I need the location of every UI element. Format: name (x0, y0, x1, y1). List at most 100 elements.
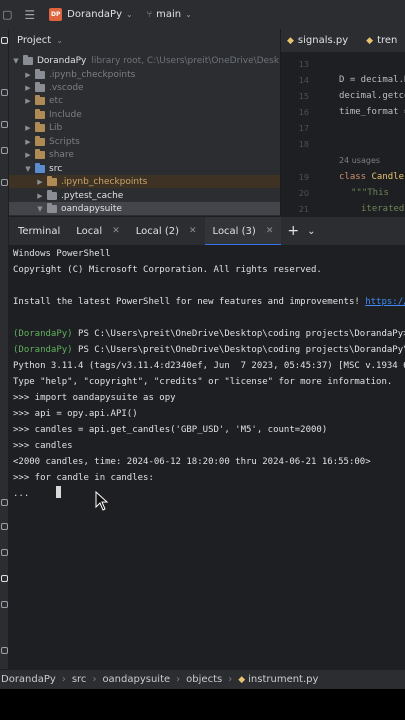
main-menu-icon[interactable]: ☰ (24, 8, 35, 22)
plugins-icon[interactable] (1, 147, 8, 154)
problems-icon[interactable] (1, 549, 8, 556)
tab-local[interactable]: Local ✕ (68, 217, 127, 246)
line-number: 14 (298, 76, 309, 85)
tree-item-label: etc (49, 95, 64, 106)
usages-hint[interactable]: 24 usages (339, 156, 380, 165)
terminal-line: >>> candles (13, 441, 73, 451)
terminal-output[interactable]: Windows PowerShell Copyright (C) Microso… (9, 245, 405, 669)
new-tab-button[interactable]: + (287, 223, 299, 239)
tree-item[interactable]: ▼ oandapysuite (9, 202, 280, 215)
tree-item-label: .pytest_cache (61, 190, 124, 201)
run-icon[interactable] (1, 523, 8, 530)
chevron-right-icon[interactable]: ▶ (23, 71, 33, 79)
chevron-down-icon[interactable]: ⌄ (126, 10, 133, 19)
folder-icon (35, 135, 45, 146)
line-number: 15 (298, 92, 309, 101)
root-path-hint: library root, C:\Users\preit\OneDrive\De… (91, 55, 280, 66)
tab-label: Local (76, 225, 103, 237)
folder-icon (47, 189, 57, 200)
breadcrumb-item[interactable]: DorandaPy (1, 674, 56, 685)
branch-name[interactable]: main (156, 9, 181, 20)
breadcrumb-item[interactable]: src (72, 674, 87, 685)
screen-border (0, 689, 405, 720)
tab-options-dropdown[interactable]: ⌄ (307, 226, 315, 237)
project-panel: Project ⌄ ▼ DorandaPy library root, C:\U… (9, 29, 280, 216)
folder-icon[interactable] (1, 37, 8, 44)
line-number: 16 (298, 108, 309, 117)
git-icon[interactable] (1, 601, 8, 608)
terminal-line: Install the latest PowerShell for new fe… (13, 296, 405, 308)
terminal-tab-bar: Terminal Local ✕ Local (2) ✕ Local (3) ✕… (9, 216, 405, 246)
folder-icon (23, 54, 33, 65)
chevron-right-icon[interactable]: ▶ (35, 178, 45, 186)
tree-item[interactable]: Include (9, 108, 280, 121)
structure-icon[interactable] (1, 179, 8, 186)
chevron-right-icon[interactable]: ▶ (35, 192, 45, 200)
tree-item[interactable]: ▶ Scripts (9, 135, 280, 148)
terminal-line: >>> import oandapysuite as opy (13, 393, 176, 403)
chevron-down-icon[interactable]: ▼ (23, 165, 33, 173)
project-badge: DP (49, 8, 63, 21)
folder-icon (35, 148, 45, 159)
tree-item[interactable]: ▶ etc (9, 94, 280, 107)
terminal-line: >>> api = opy.api.API() (13, 409, 138, 419)
tree-item-label: Lib (49, 122, 63, 133)
python-file-icon: ◆ (366, 35, 374, 46)
todo-icon[interactable] (1, 647, 8, 654)
tree-root[interactable]: ▼ DorandaPy library root, C:\Users\preit… (9, 54, 280, 67)
line-number: 17 (298, 124, 309, 133)
project-name[interactable]: DorandaPy (67, 9, 122, 20)
breadcrumb: DorandaPy › src › oandapysuite › objects… (0, 669, 405, 689)
editor-tab[interactable]: tren (377, 35, 397, 46)
folder-icon (47, 202, 57, 213)
tab-local-3[interactable]: Local (3) ✕ (204, 216, 282, 246)
python-console-icon[interactable] (1, 499, 8, 506)
project-panel-title[interactable]: Project (17, 35, 51, 46)
close-icon[interactable]: ✕ (189, 226, 197, 236)
terminal-line: Python 3.11.4 (tags/v3.11.4:d2340ef, Jun… (13, 361, 405, 371)
chevron-down-icon[interactable]: ⌄ (185, 10, 192, 19)
editor-tab[interactable]: signals.py (298, 35, 348, 46)
tree-item[interactable]: ▶ .ipynb_checkpoints (9, 175, 280, 188)
terminal-prompt-line: (DorandaPy) PS C:\Users\preit\OneDrive\D… (13, 345, 405, 355)
chevron-down-icon[interactable]: ⌄ (56, 36, 63, 45)
tree-item-label: Scripts (49, 136, 80, 147)
line-number: 19 (298, 173, 309, 182)
app-logo-icon: ▢ (2, 8, 13, 21)
breadcrumb-item[interactable]: instrument.py (248, 674, 318, 685)
chevron-right-icon[interactable]: ▶ (23, 138, 33, 146)
chevron-right-icon[interactable]: ▶ (23, 97, 33, 105)
folder-icon (35, 162, 45, 173)
tab-label: Local (2) (135, 225, 179, 237)
tree-item[interactable]: ▶ Lib (9, 121, 280, 134)
mouse-pointer-icon (95, 491, 109, 511)
tree-item-label: share (49, 149, 74, 160)
tree-item[interactable]: ▶ share (9, 148, 280, 161)
commit-icon[interactable] (1, 89, 8, 96)
close-icon[interactable]: ✕ (112, 226, 120, 236)
tree-item[interactable]: ▼ src (9, 162, 280, 175)
terminal-line: Copyright (C) Microsoft Corporation. All… (13, 265, 322, 275)
code-editor[interactable]: ◆ signals.py ◆ tren 13 14 15 16 17 18 19… (280, 29, 405, 216)
chevron-right-icon[interactable]: ▶ (23, 84, 33, 92)
chevron-down-icon[interactable]: ▼ (35, 205, 45, 213)
tree-item-label: .ipynb_checkpoints (61, 176, 148, 187)
tab-local-2[interactable]: Local (2) ✕ (128, 217, 205, 246)
chevron-down-icon[interactable]: ▼ (11, 57, 21, 65)
chevron-right-icon[interactable]: ▶ (23, 124, 33, 132)
bookmark-icon[interactable] (1, 121, 8, 128)
breadcrumb-item[interactable]: oandapysuite (102, 674, 170, 685)
docstring-line: iterated (361, 204, 405, 214)
powershell-link[interactable]: https://a (365, 297, 405, 307)
tree-item[interactable]: ▶ .ipynb_checkpoints (9, 68, 280, 81)
folder-icon (35, 94, 45, 105)
terminal-icon[interactable] (1, 575, 8, 582)
project-panel-header: Project ⌄ (9, 29, 280, 52)
chevron-right-icon[interactable]: ▶ (23, 151, 33, 159)
tree-item[interactable]: ▶ .pytest_cache (9, 189, 280, 202)
line-number: 20 (298, 189, 309, 198)
breadcrumb-item[interactable]: objects (186, 674, 222, 685)
tree-item[interactable]: ▶ .vscode (9, 81, 280, 94)
tool-window-strip (0, 29, 9, 669)
close-icon[interactable]: ✕ (266, 226, 274, 236)
